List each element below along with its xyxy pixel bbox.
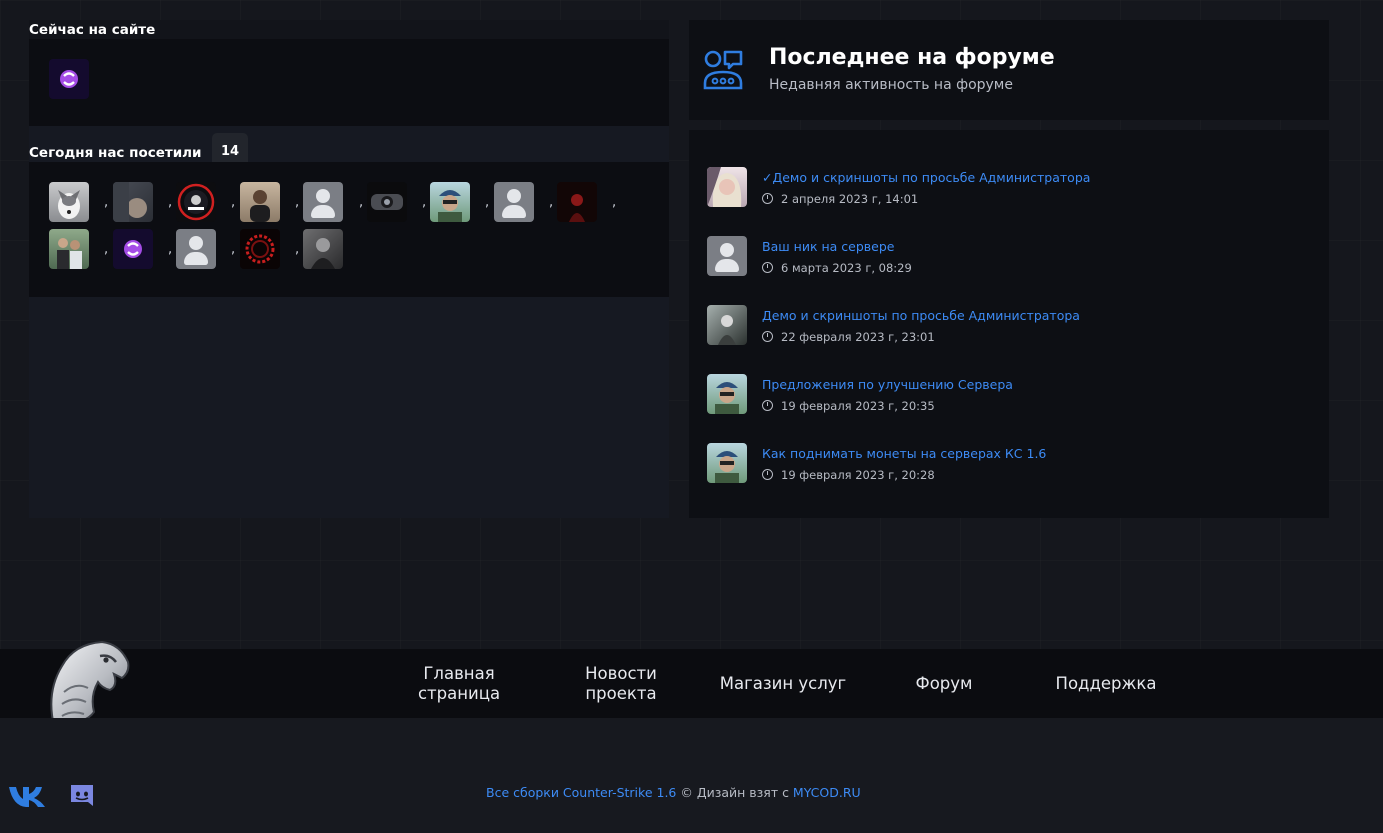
avatar[interactable] bbox=[49, 229, 89, 269]
list-item: Предложения по улучшению Сервера 19 февр… bbox=[707, 374, 1307, 414]
separator: , bbox=[104, 242, 109, 257]
nav-support[interactable]: Поддержка bbox=[1040, 649, 1172, 718]
separator: , bbox=[359, 195, 364, 210]
list-item: Ваш ник на сервере 6 марта 2023 г, 08:29 bbox=[707, 236, 1307, 276]
visitors-title: Сегодня нас посетили bbox=[29, 145, 202, 161]
separator: , bbox=[168, 195, 173, 210]
post-title-link[interactable]: Ваш ник на сервере bbox=[762, 239, 894, 254]
bottom-area bbox=[0, 718, 1383, 833]
forum-subtitle: Недавняя активность на форуме bbox=[769, 77, 1013, 93]
separator: , bbox=[612, 195, 617, 210]
post-date: 6 марта 2023 г, 08:29 bbox=[762, 261, 912, 275]
list-item: ✓Демо и скриншоты по просьбе Администрат… bbox=[707, 167, 1307, 207]
avatar[interactable] bbox=[494, 182, 534, 222]
builds-link[interactable]: Все сборки Counter-Strike 1.6 bbox=[486, 785, 676, 800]
separator: , bbox=[422, 195, 427, 210]
avatar[interactable] bbox=[240, 182, 280, 222]
avatar[interactable] bbox=[707, 236, 747, 276]
forum-header: Последнее на форуме Недавняя активность … bbox=[689, 20, 1329, 120]
avatar[interactable] bbox=[240, 229, 280, 269]
avatar[interactable] bbox=[707, 305, 747, 345]
avatar[interactable] bbox=[367, 182, 407, 222]
post-date: 2 апреля 2023 г, 14:01 bbox=[762, 192, 918, 206]
nav-home[interactable]: Главная страница bbox=[404, 649, 514, 718]
mycod-link[interactable]: MYCOD.RU bbox=[793, 785, 861, 800]
nav-forum[interactable]: Форум bbox=[894, 649, 994, 718]
separator: , bbox=[231, 242, 236, 257]
avatar[interactable] bbox=[557, 182, 597, 222]
copyright-text: © Дизайн взят с bbox=[676, 785, 793, 800]
separator: , bbox=[549, 195, 554, 210]
nav-news[interactable]: Новости проекта bbox=[566, 649, 676, 718]
list-item: Как поднимать монеты на серверах КС 1.6 … bbox=[707, 443, 1307, 483]
avatar[interactable] bbox=[113, 182, 153, 222]
avatar[interactable] bbox=[303, 182, 343, 222]
visitors-box: , , , , , , , , , , , , , bbox=[29, 162, 669, 297]
separator: , bbox=[104, 195, 109, 210]
forum-post-list: ✓Демо и скриншоты по просьбе Администрат… bbox=[689, 130, 1329, 518]
avatar[interactable] bbox=[176, 229, 216, 269]
separator: , bbox=[295, 195, 300, 210]
avatar[interactable] bbox=[707, 374, 747, 414]
nav-shop[interactable]: Магазин услуг bbox=[706, 649, 860, 718]
vk-icon[interactable] bbox=[8, 784, 46, 808]
post-date: 19 февраля 2023 г, 20:35 bbox=[762, 399, 935, 413]
clock-icon bbox=[762, 262, 773, 273]
post-date: 19 февраля 2023 г, 20:28 bbox=[762, 468, 935, 482]
left-panel: Сейчас на сайте Сегодня нас посетили 14 … bbox=[29, 20, 669, 518]
clock-icon bbox=[762, 400, 773, 411]
clock-icon bbox=[762, 331, 773, 342]
avatar[interactable] bbox=[176, 182, 216, 222]
separator: , bbox=[485, 195, 490, 210]
clock-icon bbox=[762, 469, 773, 480]
forum-title: Последнее на форуме bbox=[769, 45, 1055, 70]
post-date: 22 февраля 2023 г, 23:01 bbox=[762, 330, 935, 344]
post-title-link[interactable]: Как поднимать монеты на серверах КС 1.6 bbox=[762, 446, 1046, 461]
footer-nav: Главная страница Новости проекта Магазин… bbox=[0, 649, 1383, 718]
users-chat-icon bbox=[703, 50, 743, 90]
avatar[interactable] bbox=[707, 443, 747, 483]
post-title-link[interactable]: Демо и скриншоты по просьбе Администрато… bbox=[762, 308, 1080, 323]
avatar[interactable] bbox=[49, 182, 89, 222]
post-title-link[interactable]: Предложения по улучшению Сервера bbox=[762, 377, 1013, 392]
discord-icon[interactable] bbox=[68, 782, 96, 810]
eagle-logo-icon[interactable] bbox=[40, 632, 136, 732]
footer-copyright: Все сборки Counter-Strike 1.6 © Дизайн в… bbox=[486, 785, 861, 800]
online-title: Сейчас на сайте bbox=[29, 22, 156, 38]
separator: , bbox=[231, 195, 236, 210]
avatar[interactable] bbox=[49, 59, 89, 99]
avatar[interactable] bbox=[430, 182, 470, 222]
post-title-link[interactable]: ✓Демо и скриншоты по просьбе Администрат… bbox=[762, 170, 1090, 185]
avatar[interactable] bbox=[303, 229, 343, 269]
avatar[interactable] bbox=[707, 167, 747, 207]
clock-icon bbox=[762, 193, 773, 204]
separator: , bbox=[295, 242, 300, 257]
separator: , bbox=[168, 242, 173, 257]
list-item: Демо и скриншоты по просьбе Администрато… bbox=[707, 305, 1307, 345]
online-users-box bbox=[29, 39, 669, 126]
avatar[interactable] bbox=[113, 229, 153, 269]
